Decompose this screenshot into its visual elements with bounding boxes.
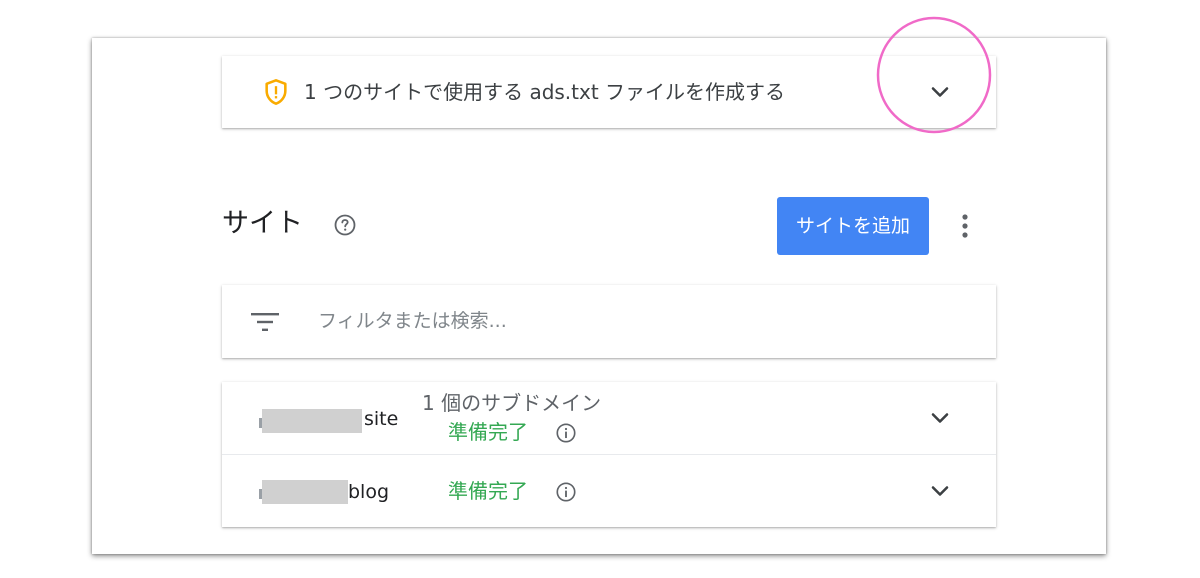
chevron-down-icon[interactable] [926,78,954,106]
search-input[interactable] [318,303,958,339]
chevron-down-icon[interactable] [926,404,954,432]
filter-icon[interactable] [248,307,282,337]
page-title: サイト [222,208,303,239]
site-name: site [364,408,399,430]
info-icon[interactable] [555,481,577,503]
status-badge: 準備完了 [448,420,528,444]
more-vert-icon[interactable] [954,210,976,242]
add-site-button[interactable]: サイトを追加 [777,197,929,255]
list-item[interactable]: site 1 個のサブドメイン 準備完了 [222,382,996,454]
ads-settings-panel: 1 つのサイトで使用する ads.txt ファイルを作成する サイト サイトを追… [92,38,1106,554]
list-item[interactable]: blog 準備完了 [222,455,996,527]
redacted-site-name [262,409,362,433]
help-icon[interactable] [333,213,357,237]
info-icon[interactable] [555,422,577,444]
redacted-site-name [262,480,348,504]
site-name: blog [348,481,390,503]
banner-message: 1 つのサイトで使用する ads.txt ファイルを作成する [304,80,786,104]
filter-bar [222,285,996,358]
status-badge: 準備完了 [448,479,528,503]
subdomain-count: 1 個のサブドメイン [422,391,602,415]
warning-shield-icon [265,79,287,105]
sites-list: site 1 個のサブドメイン 準備完了 blog 準備完了 [222,382,996,527]
chevron-down-icon[interactable] [926,477,954,505]
ads-txt-banner[interactable]: 1 つのサイトで使用する ads.txt ファイルを作成する [222,56,996,128]
